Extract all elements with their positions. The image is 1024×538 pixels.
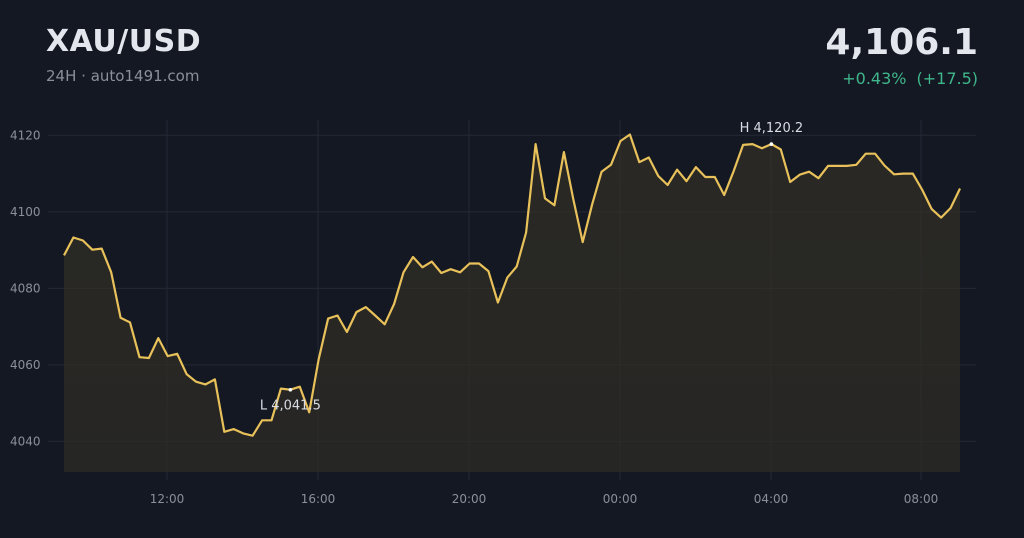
x-tick-label: 00:00 <box>603 492 638 506</box>
y-tick-label: 4040 <box>10 434 41 448</box>
high-marker <box>769 142 774 146</box>
y-tick-label: 4060 <box>10 358 41 372</box>
y-tick-label: 4100 <box>10 205 41 219</box>
x-tick-label: 20:00 <box>452 492 487 506</box>
low-label: L 4,041.5 <box>260 399 321 414</box>
price-area <box>64 134 960 472</box>
x-tick-label: 08:00 <box>904 492 939 506</box>
x-tick-label: 04:00 <box>754 492 789 506</box>
low-marker <box>288 387 293 392</box>
y-tick-label: 4120 <box>10 128 41 142</box>
price-chart: 4040 4060 4080 4100 4120 12:00 16:00 20:00 00:00… <box>10 120 976 506</box>
x-tick-label: 12:00 <box>150 492 185 506</box>
high-label: H 4,120.2 <box>740 121 804 136</box>
x-tick-label: 16:00 <box>301 492 336 506</box>
y-tick-label: 4080 <box>10 281 41 295</box>
